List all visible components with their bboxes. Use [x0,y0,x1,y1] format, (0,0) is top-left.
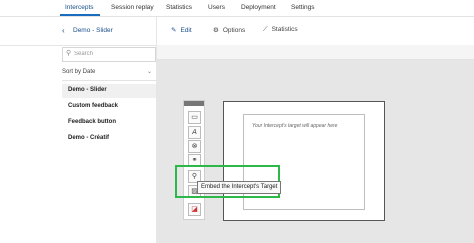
list-item-label: Demo - Créatif [68,135,110,141]
pencil-icon: ✎ [171,27,177,34]
palette-drag-handle[interactable] [184,101,204,106]
tool-palette: ▭ A ⊗ ⚭ ⚲ ▨ ◪ [183,100,205,220]
list-item-label: Feedback button [68,119,117,125]
statistics-label: Statistics [271,26,298,33]
tab-settings[interactable]: Settings [291,4,315,11]
rectangle-icon[interactable]: ▭ [188,111,201,124]
list-item-label: Demo - Slider [68,87,107,93]
sort-dropdown[interactable]: Sort by Date ⌄ [62,68,154,79]
search-icon: ⚲ [66,50,72,57]
list-item-label: Custom feedback [68,103,119,109]
list-item[interactable]: Feedback button [62,116,156,130]
text-icon[interactable]: A [188,126,201,139]
options-button[interactable]: ⚙ Options [213,26,245,34]
divider [62,80,156,81]
search-input[interactable] [74,49,152,59]
search-box[interactable]: ⚲ [62,47,156,62]
sidebar-title: Demo - Slider [73,27,113,34]
list-item[interactable]: Custom feedback [62,100,156,114]
intercept-preview[interactable]: Your Intercept's target will appear here [223,101,385,221]
chevron-down-icon: ⌄ [146,69,152,75]
edit-label: Edit [180,27,192,34]
active-tab-indicator [60,14,100,16]
tab-session-replay[interactable]: Session replay [111,4,154,11]
chart-trend-icon: ⟋ [263,26,268,33]
tab-users[interactable]: Users [208,4,225,11]
close-circle-icon[interactable]: ⊗ [188,140,201,153]
tab-intercepts[interactable]: Intercepts [65,4,94,11]
gear-icon: ⚙ [213,27,219,34]
sort-label: Sort by Date [62,69,96,75]
tab-statistics[interactable]: Statistics [166,4,192,11]
placeholder-text: Your Intercept's target will appear here [252,123,338,129]
top-navigation: Intercepts Session replay Statistics Use… [0,0,474,17]
chevron-left-icon[interactable]: ‹ [62,26,65,35]
list-item[interactable]: Demo - Créatif [62,132,156,146]
editor-subbar [157,45,474,60]
sidebar: ‹ Demo - Slider ⚲ Sort by Date ⌄ Demo - … [0,17,157,243]
sidebar-header: ‹ Demo - Slider [0,17,156,46]
options-label: Options [222,27,246,34]
edit-button[interactable]: ✎ Edit [171,26,192,34]
color-swatch-icon[interactable]: ◪ [188,203,201,216]
tab-deployment[interactable]: Deployment [241,4,276,11]
statistics-button[interactable]: ⟋ Statistics [263,26,298,34]
editor-toolbar: ✎ Edit ⚙ Options ⟋ Statistics [157,17,474,45]
list-item[interactable]: Demo - Slider [62,84,156,98]
tooltip: Embed the Intercept's Target [197,181,282,194]
